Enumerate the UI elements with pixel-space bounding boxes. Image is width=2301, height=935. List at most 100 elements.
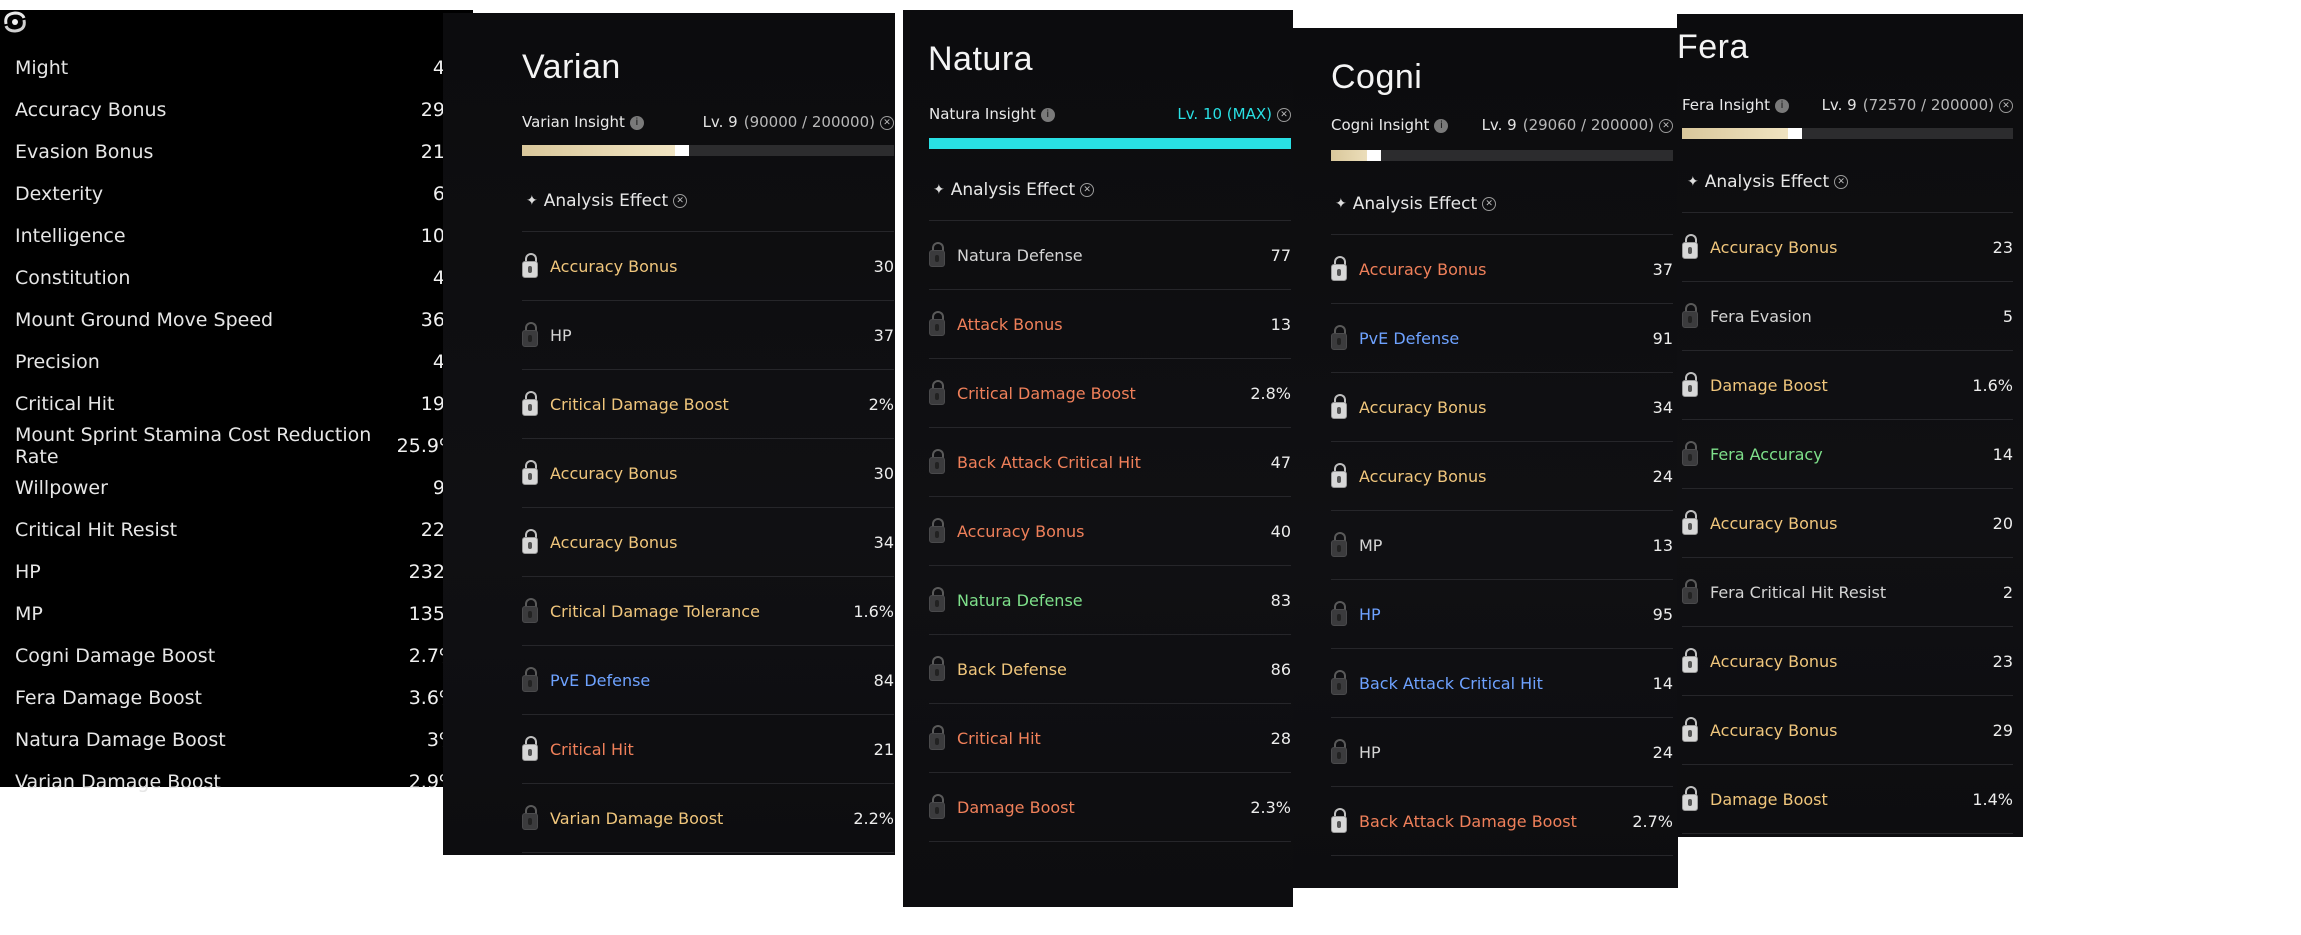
effect-row[interactable]: HP 95 xyxy=(1331,579,1673,648)
lock-icon[interactable] xyxy=(929,587,945,613)
lock-icon[interactable] xyxy=(929,311,945,337)
effect-label: Natura Defense xyxy=(957,590,1083,610)
effect-row[interactable]: Varian Damage Boost 2.2% xyxy=(522,783,894,852)
lock-body xyxy=(522,261,538,278)
effect-label: Attack Bonus xyxy=(957,314,1063,334)
info-icon[interactable]: i xyxy=(1775,98,1789,113)
lock-icon[interactable] xyxy=(1331,808,1347,834)
effect-row[interactable]: Critical Damage Tolerance 1.6% xyxy=(522,576,894,645)
effect-row[interactable]: HP 24 xyxy=(1331,717,1673,786)
lock-icon[interactable] xyxy=(1331,256,1347,282)
effect-row[interactable]: Accuracy Bonus 30 xyxy=(522,438,894,507)
effect-row[interactable]: Back Attack Critical Hit 14 xyxy=(1331,648,1673,717)
lock-icon[interactable] xyxy=(929,242,945,268)
effect-row[interactable]: Accuracy Bonus 40 xyxy=(929,496,1291,565)
lock-icon[interactable] xyxy=(1331,739,1347,765)
lock-icon[interactable] xyxy=(1331,463,1347,489)
lock-icon[interactable] xyxy=(522,391,538,417)
effect-row[interactable]: Fera Accuracy 14 xyxy=(1682,419,2013,488)
effect-row[interactable]: MP 13 xyxy=(1331,510,1673,579)
effect-row[interactable]: HP 37 xyxy=(522,300,894,369)
effect-row[interactable]: Natura Defense 83 xyxy=(929,565,1291,634)
lock-icon[interactable] xyxy=(929,725,945,751)
lock-icon[interactable] xyxy=(1682,786,1698,812)
lock-icon[interactable] xyxy=(929,449,945,475)
effect-row[interactable]: Accuracy Bonus 34 xyxy=(1331,372,1673,441)
lock-icon[interactable] xyxy=(522,529,538,555)
close-icon[interactable]: ✕ xyxy=(880,115,894,130)
close-icon[interactable]: ✕ xyxy=(1999,98,2013,113)
effect-row[interactable]: Accuracy Bonus 37 xyxy=(1331,234,1673,303)
close-icon[interactable]: ✕ xyxy=(1659,118,1673,133)
effect-row[interactable]: Accuracy Bonus 30 xyxy=(522,231,894,300)
lock-icon[interactable] xyxy=(1682,441,1698,467)
effect-row[interactable]: Critical Damage Boost 2% xyxy=(522,369,894,438)
effect-row[interactable]: Back Attack Critical Hit 47 xyxy=(929,427,1291,496)
info-icon[interactable]: i xyxy=(1040,107,1055,122)
effect-row[interactable]: Damage Boost 2.3% xyxy=(929,772,1291,841)
effect-row[interactable]: Accuracy Bonus 29 xyxy=(1682,695,2013,764)
lock-icon[interactable] xyxy=(522,460,538,486)
effect-row[interactable]: Critical Hit 28 xyxy=(929,703,1291,772)
close-icon[interactable]: ✕ xyxy=(1834,175,1849,189)
effect-row[interactable]: Accuracy Bonus 34 xyxy=(522,507,894,576)
effect-row[interactable]: Critical Damage Boost 2.8% xyxy=(929,358,1291,427)
effect-left: Accuracy Bonus xyxy=(1331,463,1487,489)
effect-label: Fera Accuracy xyxy=(1710,444,1823,464)
lock-body xyxy=(1682,311,1698,328)
lock-body xyxy=(929,526,945,543)
effect-row[interactable]: Fera Critical Hit Resist 2 xyxy=(1682,557,2013,626)
close-icon[interactable]: ✕ xyxy=(1080,183,1095,197)
lock-icon[interactable] xyxy=(1682,303,1698,329)
lock-icon[interactable] xyxy=(522,598,538,624)
effect-row[interactable]: Accuracy Bonus 23 xyxy=(1682,212,2013,281)
insight-label-wrap: Varian Insight i xyxy=(522,113,644,131)
lock-icon[interactable] xyxy=(1331,394,1347,420)
lock-icon[interactable] xyxy=(1682,234,1698,260)
close-icon[interactable]: ✕ xyxy=(1277,107,1291,122)
info-icon[interactable]: i xyxy=(1434,118,1449,133)
close-icon[interactable]: ✕ xyxy=(673,194,688,208)
lock-icon[interactable] xyxy=(522,667,538,693)
effect-row[interactable]: Damage Boost 1.6% xyxy=(1682,350,2013,419)
lock-icon[interactable] xyxy=(1682,510,1698,536)
effect-row[interactable]: Fera Evasion 5 xyxy=(1682,281,2013,350)
effect-row[interactable]: Attack Bonus 13 xyxy=(929,289,1291,358)
lock-icon[interactable] xyxy=(1682,579,1698,605)
effect-row[interactable]: Critical Hit 21 xyxy=(522,714,894,783)
effect-row[interactable]: PvE Defense 91 xyxy=(1331,303,1673,372)
lock-icon[interactable] xyxy=(1331,325,1347,351)
progress-bar-tip xyxy=(1366,150,1381,161)
lock-icon[interactable] xyxy=(522,805,538,831)
fera-title: Fera xyxy=(1677,28,1749,66)
effect-row[interactable]: Accuracy Bonus 24 xyxy=(1331,441,1673,510)
lock-icon[interactable] xyxy=(1682,648,1698,674)
info-icon[interactable]: i xyxy=(629,115,644,130)
lock-icon[interactable] xyxy=(522,736,538,762)
effect-row[interactable]: Damage Boost 1.4% xyxy=(1682,764,2013,833)
effect-row[interactable]: Accuracy Bonus 20 xyxy=(1682,488,2013,557)
lock-icon[interactable] xyxy=(929,518,945,544)
lock-icon[interactable] xyxy=(522,322,538,348)
close-icon[interactable]: ✕ xyxy=(1482,197,1497,211)
lock-icon[interactable] xyxy=(522,253,538,279)
effect-row[interactable]: PvE Defense 84 xyxy=(522,645,894,714)
lock-icon[interactable] xyxy=(1682,717,1698,743)
insight-label: Cogni Insight xyxy=(1331,116,1430,134)
effect-row[interactable]: Back Defense 86 xyxy=(929,634,1291,703)
stat-label: Accuracy Bonus xyxy=(15,99,167,121)
effect-row[interactable]: Natura Defense 77 xyxy=(929,220,1291,289)
effect-left: Natura Defense xyxy=(929,242,1083,268)
lock-icon[interactable] xyxy=(1331,532,1347,558)
effect-left: Accuracy Bonus xyxy=(1331,256,1487,282)
lock-icon[interactable] xyxy=(1331,601,1347,627)
effect-list-bottom-rule xyxy=(522,852,894,853)
lock-icon[interactable] xyxy=(929,794,945,820)
effect-row[interactable]: Accuracy Bonus 23 xyxy=(1682,626,2013,695)
effect-row[interactable]: Back Attack Damage Boost 2.7% xyxy=(1331,786,1673,855)
lock-icon[interactable] xyxy=(1682,372,1698,398)
lock-icon[interactable] xyxy=(929,380,945,406)
lock-icon[interactable] xyxy=(929,656,945,682)
effect-value: 2.7% xyxy=(1632,811,1673,831)
lock-icon[interactable] xyxy=(1331,670,1347,696)
